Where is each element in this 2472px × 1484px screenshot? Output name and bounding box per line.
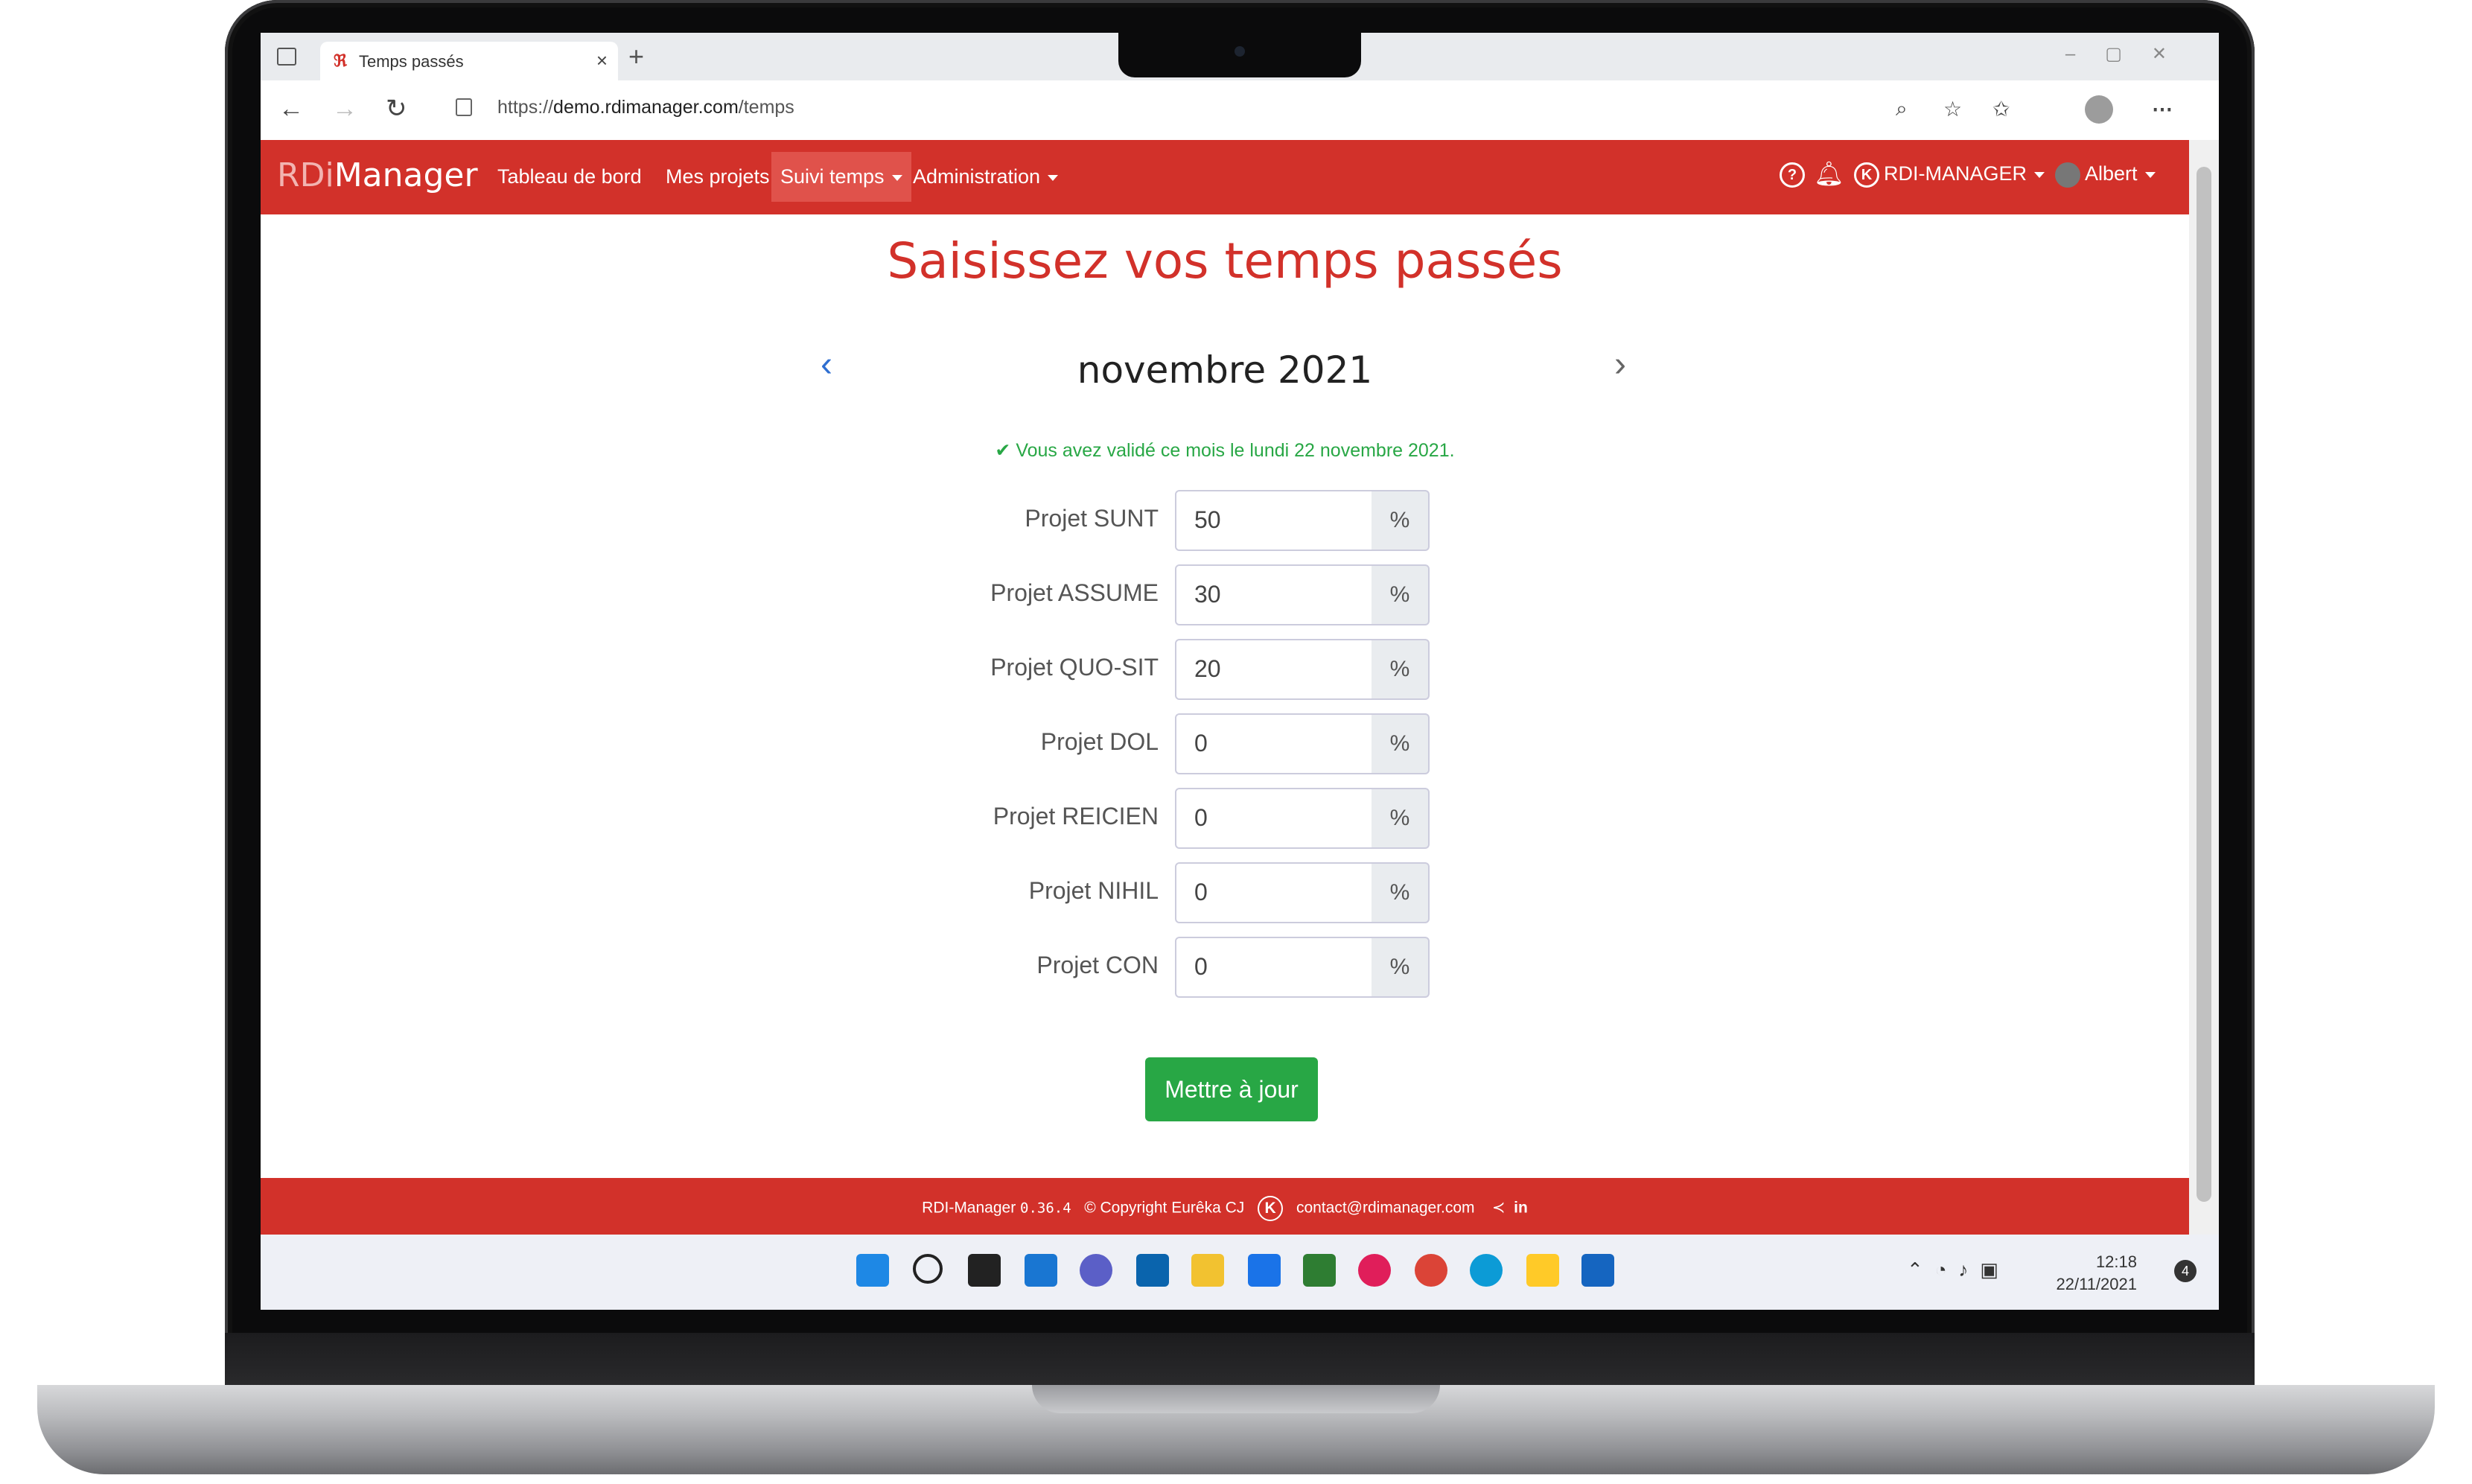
outlook-icon[interactable] <box>1136 1254 1169 1287</box>
user-menu[interactable]: Albert <box>2055 162 2156 188</box>
percent-addon: % <box>1372 490 1430 551</box>
tab-close-icon[interactable]: × <box>596 49 608 72</box>
snipping-tool-icon[interactable] <box>1526 1254 1559 1287</box>
project-row: Projet ASSUME 30 % <box>871 564 1616 628</box>
chat-icon[interactable] <box>1080 1254 1112 1287</box>
app-green-icon[interactable] <box>1303 1254 1336 1287</box>
brand-logo[interactable]: RDiManager <box>277 156 478 194</box>
project-percent-input[interactable]: 50 <box>1175 490 1373 551</box>
project-percent-input[interactable]: 0 <box>1175 937 1373 998</box>
percent-addon: % <box>1372 564 1430 625</box>
forward-icon[interactable]: → <box>332 94 357 124</box>
percent-addon: % <box>1372 788 1430 849</box>
validation-message: ✔ Vous avez validé ce mois le lundi 22 n… <box>995 440 1455 461</box>
project-percent-input[interactable]: 20 <box>1175 639 1373 700</box>
project-row: Projet QUO-SIT 20 % <box>871 639 1616 703</box>
tab-actions-icon[interactable] <box>277 48 296 66</box>
search-icon[interactable] <box>913 1254 943 1284</box>
project-label: Projet REICIEN <box>993 803 1159 829</box>
project-percent-input[interactable]: 0 <box>1175 713 1373 774</box>
clock-date: 22/11/2021 <box>2056 1275 2137 1293</box>
avatar <box>2055 162 2080 188</box>
percent-addon: % <box>1372 862 1430 923</box>
browser-addressbar: ← → ↻ https://demo.rdimanager.com/temps … <box>261 80 2219 141</box>
clock-time: 12:18 <box>2095 1252 2137 1271</box>
zoom-icon[interactable]: ⌕ <box>1896 97 1908 121</box>
nav-tableau-de-bord[interactable]: Tableau de bord <box>497 165 642 188</box>
scrollbar[interactable] <box>2189 140 2219 1235</box>
os-taskbar: ⌃◔♪▣ 12:18 22/11/2021 4 <box>261 1235 2219 1310</box>
camera-icon <box>1235 46 1245 57</box>
percent-addon: % <box>1372 639 1430 700</box>
nav-mes-projets[interactable]: Mes projets <box>666 165 788 188</box>
update-button[interactable]: Mettre à jour <box>1145 1057 1318 1121</box>
project-row: Projet DOL 0 % <box>871 713 1616 777</box>
project-label: Projet NIHIL <box>1028 877 1159 904</box>
project-row: Projet CON 0 % <box>871 937 1616 1001</box>
more-icon[interactable]: ⋯ <box>2152 97 2173 121</box>
nav-suivi-temps[interactable]: Suivi temps <box>771 152 911 202</box>
add-favorite-icon[interactable]: ☆ <box>1943 97 1962 121</box>
next-month-icon[interactable]: › <box>1614 344 1626 385</box>
photos-icon[interactable] <box>1581 1254 1614 1287</box>
widgets-icon[interactable] <box>1025 1254 1057 1287</box>
percent-addon: % <box>1372 713 1430 774</box>
project-percent-input[interactable]: 0 <box>1175 862 1373 923</box>
project-percent-input[interactable]: 30 <box>1175 564 1373 625</box>
refresh-icon[interactable]: ↻ <box>386 94 407 124</box>
system-tray-icons[interactable]: ⌃◔♪▣ <box>1907 1258 2010 1281</box>
app-navbar: RDiManager Tableau de bord Mes projets S… <box>261 140 2189 214</box>
url-field[interactable]: https://demo.rdimanager.com/temps <box>497 97 794 118</box>
project-label: Projet CON <box>1036 952 1159 978</box>
back-icon[interactable]: ← <box>278 94 304 124</box>
project-label: Projet QUO-SIT <box>990 654 1159 681</box>
nav-administration[interactable]: Administration <box>913 165 1059 188</box>
project-row: Projet SUNT 50 % <box>871 490 1616 554</box>
project-label: Projet ASSUME <box>990 579 1159 606</box>
laptop-hinge <box>225 1333 2255 1386</box>
help-icon[interactable]: ? <box>1780 162 1805 188</box>
project-percent-input[interactable]: 0 <box>1175 788 1373 849</box>
month-label: novembre 2021 <box>1077 348 1373 392</box>
project-label: Projet DOL <box>1040 728 1159 755</box>
lock-icon[interactable] <box>456 98 472 116</box>
start-icon[interactable] <box>856 1254 889 1287</box>
footer-version: 0.36.4 <box>1020 1200 1071 1217</box>
page-title: Saisissez vos temps passés <box>887 232 1563 290</box>
project-row: Projet REICIEN 0 % <box>871 788 1616 852</box>
new-tab-icon[interactable]: + <box>628 42 644 71</box>
file-explorer-icon[interactable] <box>1191 1254 1224 1287</box>
project-label: Projet SUNT <box>1025 505 1159 532</box>
laptop-base-notch <box>1032 1385 1440 1413</box>
window-controls[interactable]: –▢✕ <box>2065 43 2197 65</box>
footer-contact-link[interactable]: contact@rdimanager.com <box>1296 1200 1475 1217</box>
profile-icon[interactable] <box>2085 95 2113 124</box>
eureka-logo-icon: K <box>1258 1196 1284 1221</box>
project-row: Projet NIHIL 0 % <box>871 862 1616 926</box>
clock[interactable]: 12:18 22/11/2021 <box>2057 1251 2137 1296</box>
screen: ℜ Temps passés × + –▢✕ ← → ↻ https://dem… <box>261 33 2219 1310</box>
app-footer: RDI-Manager 0.36.4 © Copyright Eurêka CJ… <box>261 1178 2189 1235</box>
chrome-icon[interactable] <box>1415 1254 1447 1287</box>
org-menu[interactable]: K RDI-MANAGER <box>1854 162 2045 188</box>
slack-icon[interactable] <box>1358 1254 1391 1287</box>
tab-title: Temps passés <box>359 52 464 71</box>
favicon-icon: ℜ <box>334 51 347 70</box>
app-l-icon[interactable] <box>1248 1254 1281 1287</box>
edge-icon[interactable] <box>1470 1254 1503 1287</box>
bell-icon[interactable]: 🔔︎ <box>1814 159 1844 188</box>
task-view-icon[interactable] <box>968 1254 1001 1287</box>
percent-addon: % <box>1372 937 1430 998</box>
notification-badge[interactable]: 4 <box>2174 1260 2197 1282</box>
scroll-thumb[interactable] <box>2197 167 2211 1202</box>
linkedin-icon[interactable]: in <box>1514 1200 1528 1217</box>
browser-tab[interactable]: ℜ Temps passés × <box>320 42 618 80</box>
footer-copyright: © Copyright Eurêka CJ <box>1084 1199 1245 1217</box>
footer-app-name: RDI-Manager <box>922 1199 1016 1217</box>
favorites-icon[interactable]: ✩ <box>1992 97 2010 121</box>
share-icon[interactable]: ≺ <box>1492 1200 1506 1217</box>
